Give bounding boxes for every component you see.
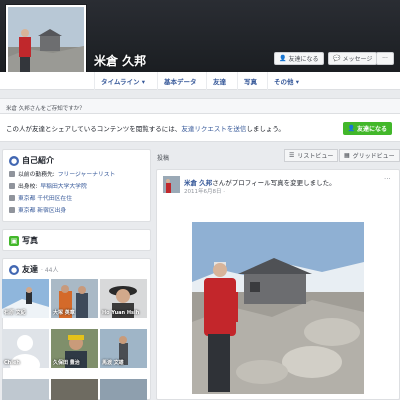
post-author-name[interactable]: 米倉 久邦 [184,179,212,187]
grid-view-button[interactable]: ▦ グリッドビュー [339,149,400,162]
post-author-avatar[interactable] [163,176,180,193]
notice-body: この人が友達とシェアしているコンテンツを閲覧するには、友達リクエストを送信しまし… [0,114,400,142]
friends-icon: ● [9,264,19,275]
graduation-cap-icon [9,182,15,189]
friend-tile[interactable]: Ho Yuan Hsih [100,279,147,318]
location-pin-icon [9,206,15,213]
friend-name: 馬渡 文雄 [102,360,124,366]
message-label: メッセージ [342,56,373,63]
friend-name: Ho Yuan Hsih [102,310,140,316]
grid-icon: ▦ [344,152,350,159]
send-friend-request-link[interactable]: 友達リクエストを送信 [181,125,246,133]
globe-icon: ● [9,155,19,166]
add-friend-label: 友達になる [288,56,319,63]
friend-tile[interactable] [100,379,147,400]
post-photo[interactable] [192,222,364,394]
notice-heading: 米倉 久邦さんをご存知ですか？ [0,98,400,114]
notice-text-end: しましょう。 [246,125,285,133]
list-view-label: リストビュー [297,153,334,160]
post-header: 米倉 久邦さんがプロフィール写真を変更しました。 [184,177,336,187]
post-timestamp[interactable]: 2011年6月8日 · [184,187,225,195]
intro-row-school: 出身校: 早稲田大学大学院 [9,181,144,190]
briefcase-icon [9,170,15,177]
list-view-button[interactable]: ☰ リストビュー [284,149,339,162]
post-action-text: さんがプロフィール写真を変更しました。 [212,179,336,187]
list-icon: ☰ [289,152,295,159]
photo-icon: ▣ [9,235,19,246]
posts-section-label: 投稿 [157,155,170,162]
home-icon [9,194,15,201]
friends-title: ● 友達 · 44人 [9,264,59,275]
friend-tile[interactable] [2,379,49,400]
friend-tile[interactable]: 石原 文紀 [2,279,49,318]
profile-tab-bar: タイムライン ▾ 基本データ 友達 写真 その他 ▾ [0,72,400,90]
friend-tile[interactable]: Chieh [2,329,49,368]
profile-name: 米倉 久邦 [94,54,147,68]
intro-row-hometown: 東京都 新宿区出身 [9,205,144,214]
post-options-button[interactable]: ··· [384,175,391,183]
notice-text: この人が友達とシェアしているコンテンツを閲覧するには、 [6,125,182,133]
tab-photos[interactable]: 写真 [237,72,263,90]
friend-tile[interactable]: 久保田 豊治 [51,329,98,368]
friend-tile[interactable]: 大塚 英章 [51,279,98,318]
friend-name: Chieh [4,360,20,366]
post-photo-image [192,222,364,394]
tab-timeline[interactable]: タイムライン ▾ [94,72,151,90]
notice-add-friend-label: 友達になる [356,126,387,133]
message-icon: 💬 [333,55,341,62]
notice-add-friend-button[interactable]: 👤 友達になる [342,122,392,135]
intro-row-residence: 東京都 千代田区在住 [9,193,144,202]
grid-view-label: グリッドビュー [352,153,395,160]
friend-name: 久保田 豊治 [53,360,80,366]
intro-title: ● 自己紹介 [9,155,54,166]
message-button[interactable]: 💬 メッセージ [328,52,378,65]
tab-more[interactable]: その他 ▾ [267,72,305,90]
add-friend-icon: 👤 [279,55,287,62]
intro-card: ● 自己紹介 以前の勤務先: フリージャーナリスト 出身校: 早稲田大学大学院 東京… [2,149,151,222]
more-button[interactable]: ··· [376,52,394,65]
add-friend-icon: 👤 [347,125,355,132]
friend-tile[interactable] [51,379,98,400]
photos-card[interactable]: ▣ 写真 [2,229,151,251]
add-friend-button[interactable]: 👤 友達になる [274,52,324,65]
friend-name: 石原 文紀 [4,310,26,316]
friend-name: 大塚 英章 [53,310,75,316]
friend-tile[interactable]: 馬渡 文雄 [100,329,147,368]
tab-about[interactable]: 基本データ [157,72,203,90]
friends-count: · 44人 [41,267,59,274]
more-label: ··· [382,55,388,62]
photos-title: ▣ 写真 [9,235,38,246]
tab-friends[interactable]: 友達 [206,72,232,90]
intro-row-work: 以前の勤務先: フリージャーナリスト [9,169,144,178]
